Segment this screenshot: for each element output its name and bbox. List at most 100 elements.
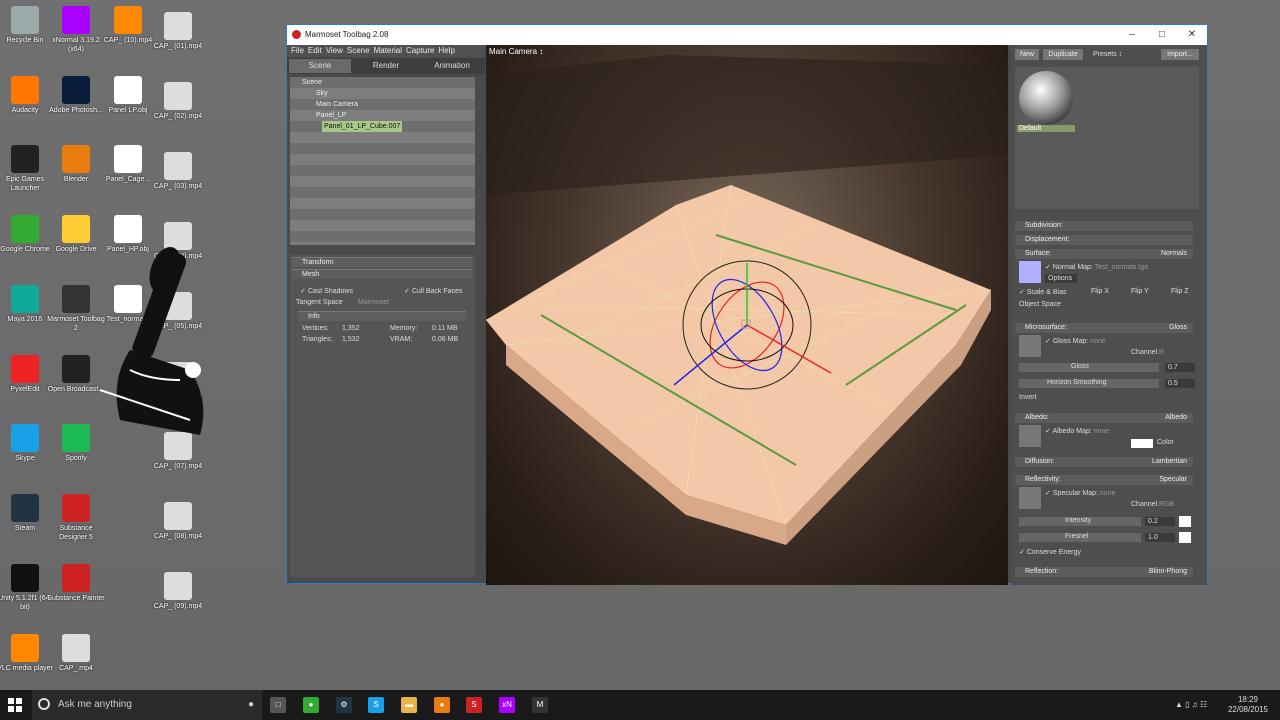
reflection-select[interactable]: Blinn-Phong [1149,567,1187,577]
fresnel-color-swatch[interactable] [1179,532,1191,543]
normal-map-value: Test_normals.tga [1094,264,1149,271]
material-preview-sphere[interactable] [1019,71,1073,125]
desktop-icon[interactable]: CAP_ (09).mp4 [148,570,208,638]
menu-view[interactable]: View [326,46,343,55]
tab-render[interactable]: Render [355,59,417,73]
tree-item-sky[interactable]: Sky [316,88,328,99]
horizon-value[interactable]: 0.5 [1165,379,1195,388]
scale-bias-checkbox[interactable]: ✓ Scale & Bias [1019,288,1067,296]
tab-scene[interactable]: Scene [289,59,351,73]
desktop-icon[interactable]: CAP_ (03).mp4 [148,150,208,218]
blender-icon[interactable]: ● [434,697,450,713]
fresnel-value[interactable]: 1.0 [1145,533,1175,542]
task-view-icon[interactable]: □ [270,697,286,713]
xnormal-icon[interactable]: xN [499,697,515,713]
presets-dropdown[interactable]: Presets ↕ [1093,51,1122,58]
memory-label: Memory: [390,325,418,332]
conserve-energy-checkbox[interactable]: ✓ Conserve Energy [1019,548,1081,556]
reflectivity-select[interactable]: Specular [1159,475,1187,485]
system-tray-icons[interactable]: ▲ ▯ ♫ ☷ [1175,690,1215,720]
clock[interactable]: 18:29 22/08/2015 [1224,690,1272,720]
new-button[interactable]: New [1015,49,1039,60]
tree-item-main-camera[interactable]: Main Camera [316,99,358,110]
surface-section[interactable]: Surface: Normals [1015,249,1193,259]
menu-edit[interactable]: Edit [308,46,322,55]
desktop-icon[interactable]: Blender [46,143,106,211]
albedo-select[interactable]: Albedo [1165,413,1187,423]
steam-icon[interactable]: ⚙ [336,697,352,713]
transform-section[interactable]: Transform [292,257,472,267]
microsurface-select[interactable]: Gloss [1169,323,1187,333]
tree-item-scene[interactable]: Scene [302,77,322,88]
albedo-map-thumbnail[interactable] [1019,425,1041,447]
marmoset-icon[interactable]: M [532,697,548,713]
desktop-icon[interactable]: Adobe Photosh... [46,74,106,142]
desktop-icon[interactable]: CAP_ (01).mp4 [148,10,208,78]
info-section[interactable]: Info [298,311,466,321]
albedo-color-swatch[interactable] [1131,439,1153,448]
substance-icon[interactable]: S [466,697,482,713]
desktop-icon[interactable]: Substance Painter [46,562,106,630]
tab-animation[interactable]: Animation [421,59,483,73]
cortana-search-box[interactable]: Ask me anything ● [32,690,262,720]
folder-icon[interactable]: ▬ [401,697,417,713]
diffusion-section[interactable]: Diffusion: Lambertian [1015,457,1193,467]
surface-select[interactable]: Normals [1161,249,1187,259]
normal-options-button[interactable]: Options [1045,274,1077,283]
cast-shadows-checkbox[interactable]: ✓ Cast Shadows [300,287,353,295]
displacement-section[interactable]: Displacement: [1015,235,1193,245]
object-space-checkbox[interactable]: Object Space [1019,301,1061,308]
gloss-value[interactable]: 0.7 [1165,363,1195,372]
gloss-map-thumbnail[interactable] [1019,335,1041,357]
menu-material[interactable]: Material [374,46,402,55]
subdivision-section[interactable]: Subdivision: [1015,221,1193,231]
channel-r-select[interactable]: R [1159,349,1164,356]
menu-help[interactable]: Help [439,46,455,55]
chrome-icon[interactable]: ● [303,697,319,713]
intensity-value[interactable]: 0.2 [1145,517,1175,526]
close-icon[interactable]: ✕ [1177,25,1207,45]
normal-map-thumbnail[interactable] [1019,261,1041,283]
menu-capture[interactable]: Capture [406,46,434,55]
skype-icon[interactable]: S [368,697,384,713]
desktop-icon[interactable]: CAP_ (02).mp4 [148,80,208,148]
maximize-icon[interactable]: □ [1147,25,1177,45]
reflection-section[interactable]: Reflection: Blinn-Phong [1015,567,1193,577]
skype-icon [11,424,39,452]
material-panel: New Duplicate Presets ↕ Import... Defaul… [1011,45,1207,585]
desktop-icon[interactable]: Substance Designer 5 [46,492,106,560]
windows-start-icon[interactable] [8,698,22,712]
tree-item-panel-lp[interactable]: Panel_LP [316,110,346,121]
flip-y-checkbox[interactable]: Flip Y [1131,288,1149,295]
invert-checkbox[interactable]: Invert [1019,394,1037,401]
flip-z-checkbox[interactable]: Flip Z [1171,288,1189,295]
reflectivity-section[interactable]: Reflectivity: Specular [1015,475,1193,485]
tangent-space-select[interactable]: Marmoset [358,299,389,306]
microphone-icon[interactable]: ● [248,690,254,720]
microsurface-section[interactable]: Microsurface: Gloss [1015,323,1193,333]
3d-viewport[interactable]: Main Camera ↕ [486,45,1008,585]
intensity-color-swatch[interactable] [1179,516,1191,527]
material-name[interactable]: Default [1017,125,1075,132]
menu-file[interactable]: File [291,46,304,55]
menu-scene[interactable]: Scene [347,46,370,55]
microsurface-label: Microsurface: [1025,324,1068,331]
mesh-section[interactable]: Mesh [292,269,472,279]
gloss-slider[interactable] [1019,363,1159,372]
cull-back-faces-checkbox[interactable]: ✓ Cull Back Faces [404,287,462,295]
title-bar: Marmoset Toolbag 2.08 – □ ✕ [287,25,1207,45]
tree-item-panel-mesh[interactable]: Panel_01_LP_Cube.007 [322,121,403,132]
import-button[interactable]: Import... [1161,49,1199,60]
albedo-section[interactable]: Albedo: Albedo [1015,413,1193,423]
diffusion-select[interactable]: Lambertian [1152,457,1187,467]
gloss-map-label-text: Gloss Map: [1052,338,1089,345]
camera-selector[interactable]: Main Camera ↕ [489,47,543,56]
specular-map-thumbnail[interactable] [1019,487,1041,509]
minimize-icon[interactable]: – [1117,25,1147,45]
flip-x-checkbox[interactable]: Flip X [1091,288,1109,295]
desktop-icon[interactable]: xNormal 3.19.2 (x64) [46,4,106,72]
duplicate-button[interactable]: Duplicate [1043,49,1083,60]
desktop-icon[interactable]: CAP_ (08).mp4 [148,500,208,568]
channel-rgb-select[interactable]: RGB [1159,501,1174,508]
video-file-icon [164,152,192,180]
